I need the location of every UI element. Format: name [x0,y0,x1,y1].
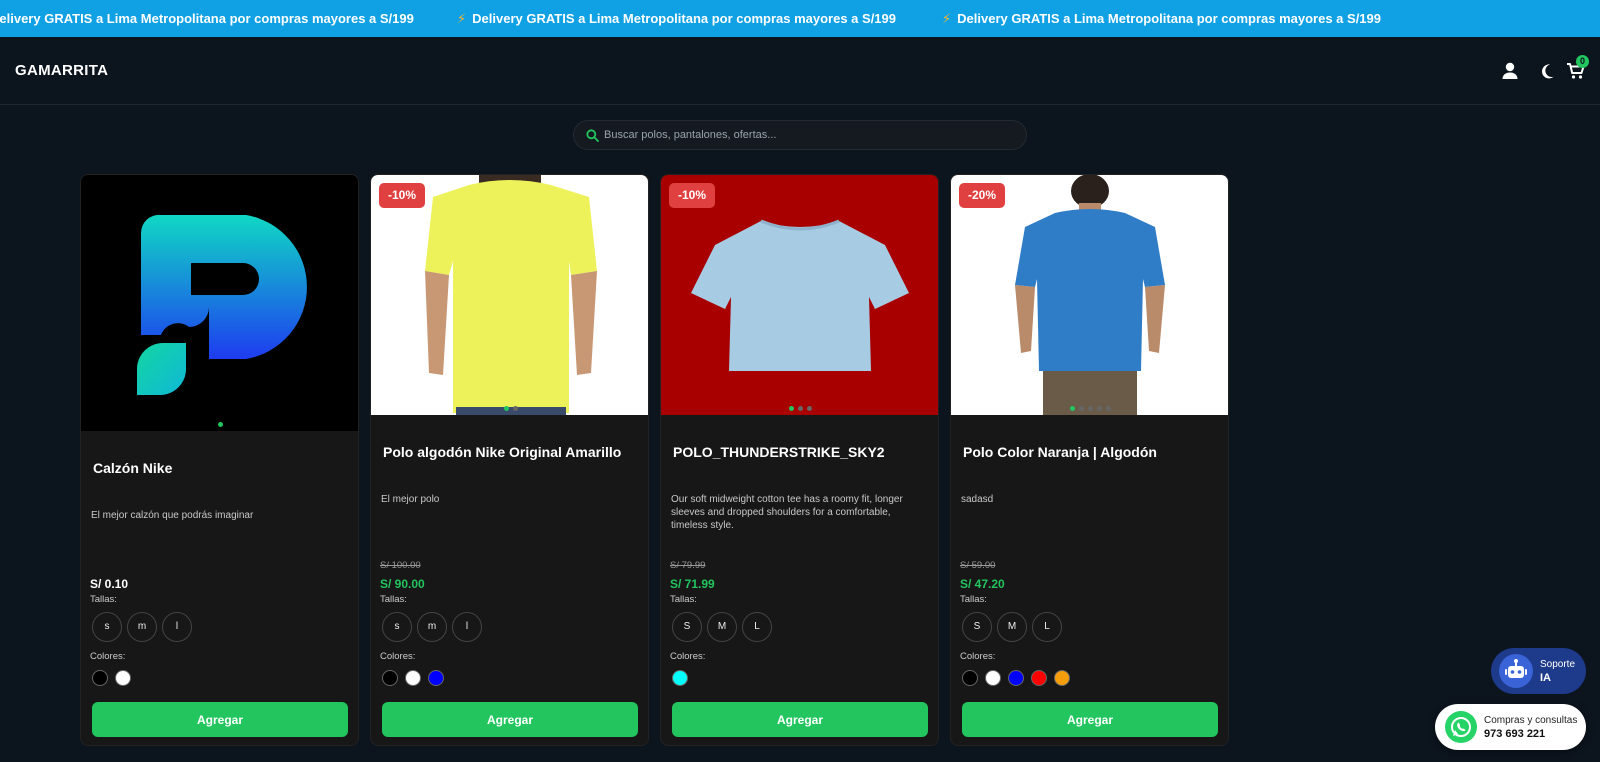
product-title[interactable]: Polo algodón Nike Original Amarillo [383,444,621,460]
color-swatch-black[interactable] [92,670,108,686]
size-options: s m l [382,612,482,642]
discount-badge: -10% [669,183,716,208]
brand-logo[interactable]: GAMARRITA [15,62,108,79]
image-dot[interactable] [1106,406,1111,411]
color-swatch-black[interactable] [962,670,978,686]
color-options [962,670,1070,686]
size-option[interactable]: S [672,612,702,642]
product-image[interactable]: -10% [371,175,648,415]
add-to-cart-button[interactable]: Agregar [382,702,638,737]
product-title[interactable]: Polo Color Naranja | Algodón [963,444,1157,460]
product-card: -20% Polo Color Naranja | Algodón sadasd [950,174,1229,746]
user-icon[interactable] [1500,61,1520,81]
image-dot[interactable] [218,422,223,427]
discount-badge: -10% [379,183,426,208]
search-bar [573,120,1027,150]
announcement-message: Delivery GRATIS a Lima Metropolitana por… [0,11,414,26]
support-ai-button[interactable]: Soporte IA [1491,648,1586,694]
image-dot[interactable] [1070,406,1075,411]
image-dots [81,422,358,427]
product-price: S/ 0.10 [90,577,129,591]
product-description: El mejor calzón que podrás imaginar [91,510,254,521]
size-option[interactable]: l [162,612,192,642]
image-dots [661,406,938,411]
size-option[interactable]: M [707,612,737,642]
announcement-message: ⚡ Delivery GRATIS a Lima Metropolitana po… [457,11,896,26]
product-description: El mejor polo [381,494,440,505]
tshirt-image [425,175,597,415]
product-description: sadasd [961,494,994,505]
size-option[interactable]: m [417,612,447,642]
announcement-bar: Delivery GRATIS a Lima Metropolitana por… [0,0,1600,37]
image-dots [371,406,648,411]
image-dots [951,406,1228,411]
whatsapp-icon [1445,711,1477,743]
color-swatch-blue[interactable] [428,670,444,686]
product-card: -10% POLO_THUNDERSTRIKE_SKY2 Our soft mi… [660,174,939,746]
search-icon [586,129,599,142]
image-dot[interactable] [503,406,509,411]
robot-icon [1499,654,1533,688]
product-description: Our soft midweight cotton tee has a room… [671,494,903,531]
image-dot[interactable] [789,406,794,411]
add-to-cart-button[interactable]: Agregar [672,702,928,737]
product-image[interactable]: -20% [951,175,1228,415]
navbar: GAMARRITA 0 [0,37,1600,105]
announcement-message: ⚡ Delivery GRATIS a Lima Metropolitana po… [942,11,1381,26]
support-label: Soporte [1540,659,1576,670]
search-input[interactable] [604,121,1014,149]
product-title[interactable]: Calzón Nike [93,460,172,476]
image-dot[interactable] [798,406,803,411]
image-dot[interactable] [1088,406,1093,411]
color-swatch-white[interactable] [115,670,131,686]
whatsapp-button[interactable]: Compras y consultas 973 693 221 [1435,704,1586,750]
size-option[interactable]: S [962,612,992,642]
color-swatch-blue[interactable] [1008,670,1024,686]
color-swatch-red[interactable] [1031,670,1047,686]
color-swatch-black[interactable] [382,670,398,686]
cart-count-badge: 0 [1576,55,1589,68]
color-swatch-cyan[interactable] [672,670,688,686]
add-to-cart-button[interactable]: Agregar [962,702,1218,737]
color-options [672,670,688,686]
lightning-icon: ⚡ [942,11,952,26]
size-option[interactable]: M [997,612,1027,642]
tshirt-image [691,219,909,371]
support-sublabel: IA [1540,672,1551,684]
add-to-cart-button[interactable]: Agregar [92,702,348,737]
whatsapp-label: Compras y consultas [1484,715,1578,726]
tshirt-image [1015,175,1165,415]
size-option[interactable]: s [92,612,122,642]
color-swatch-white[interactable] [405,670,421,686]
size-options: S M L [962,612,1062,642]
image-dot[interactable] [807,406,812,411]
whatsapp-phone: 973 693 221 [1484,728,1546,740]
size-options: s m l [92,612,192,642]
color-swatch-white[interactable] [985,670,1001,686]
color-swatch-orange[interactable] [1054,670,1070,686]
size-options: S M L [672,612,772,642]
discount-badge: -20% [959,183,1006,208]
product-card: Calzón Nike El mejor calzón que podrás i… [80,174,359,746]
product-title[interactable]: POLO_THUNDERSTRIKE_SKY2 [673,444,885,460]
color-options [382,670,444,686]
size-option[interactable]: s [382,612,412,642]
size-option[interactable]: L [1032,612,1062,642]
image-dot[interactable] [1097,406,1102,411]
size-option[interactable]: l [452,612,482,642]
product-card: -10% Polo algodón Nike Original Amarillo… [370,174,649,746]
image-dot[interactable] [512,406,518,411]
product-image[interactable] [81,175,358,431]
moon-icon[interactable] [1537,61,1557,81]
product-logo-image [137,214,307,395]
size-option[interactable]: m [127,612,157,642]
size-option[interactable]: L [742,612,772,642]
lightning-icon: ⚡ [457,11,467,26]
image-dot[interactable] [1079,406,1084,411]
color-options [92,670,131,686]
product-image[interactable]: -10% [661,175,938,415]
